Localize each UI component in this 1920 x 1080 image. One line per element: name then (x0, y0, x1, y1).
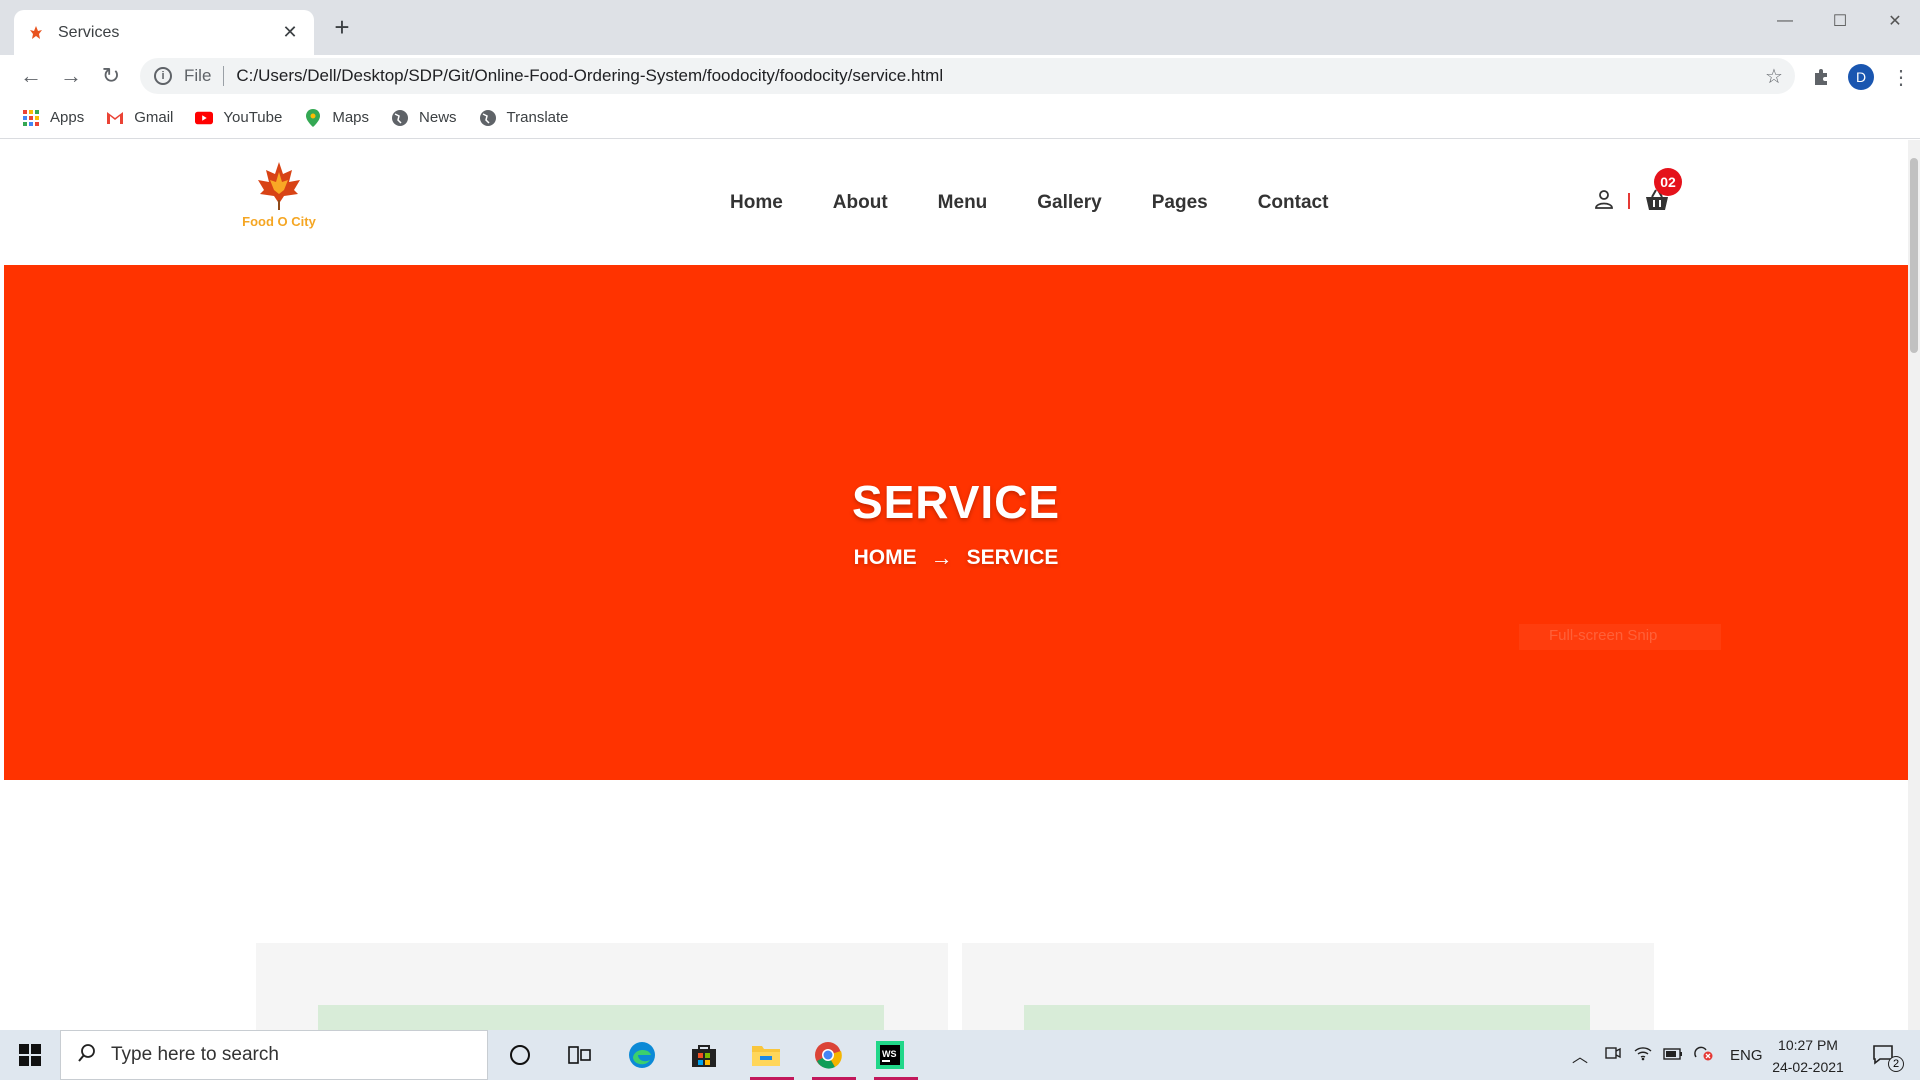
breadcrumb-arrow-icon: → (930, 545, 953, 570)
webstorm-icon[interactable]: WS (868, 1036, 918, 1080)
service-card-image (318, 1005, 884, 1030)
page-title: SERVICE (851, 476, 1061, 528)
site-info-icon[interactable]: i (154, 67, 172, 85)
network-error-icon[interactable] (1688, 1045, 1718, 1065)
main-navigation: Home About Menu Gallery Pages Contact (730, 192, 1378, 214)
clock-date: 24-02-2021 (1772, 1059, 1844, 1075)
bookmark-label: Maps (332, 109, 370, 126)
reload-icon[interactable]: ↻ (96, 61, 126, 91)
bookmark-label: Translate (506, 109, 569, 126)
back-arrow-icon[interactable]: ← (16, 61, 46, 91)
youtube-icon (195, 109, 214, 127)
service-card (962, 943, 1654, 1030)
breadcrumb-current: SERVICE (966, 546, 1059, 569)
close-tab-icon[interactable]: ✕ (280, 22, 300, 43)
breadcrumb: HOME → SERVICE (4, 545, 1908, 571)
address-scheme-label: File (184, 66, 212, 85)
bookmark-label: YouTube (223, 109, 283, 126)
bookmark-gmail[interactable]: Gmail (106, 109, 173, 127)
nav-link-gallery[interactable]: Gallery (1037, 192, 1101, 214)
clock-time: 10:27 PM (1778, 1037, 1838, 1053)
search-icon (77, 1043, 97, 1068)
bookmark-news[interactable]: News (391, 109, 457, 127)
site-favicon-icon (28, 25, 44, 41)
meet-now-icon[interactable] (1598, 1045, 1628, 1065)
browser-tab-strip: Services ✕ + — ☐ ✕ (0, 0, 1920, 55)
browser-tab[interactable]: Services ✕ (14, 10, 314, 55)
wifi-icon[interactable] (1628, 1045, 1658, 1065)
header-divider (1628, 193, 1630, 209)
browser-toolbar: ← → ↻ i File C:/Users/Dell/Desktop/SDP/G… (0, 55, 1920, 97)
chrome-browser-icon[interactable] (806, 1036, 856, 1080)
globe-icon (479, 109, 497, 127)
minimize-window-button[interactable]: — (1765, 6, 1805, 36)
browser-menu-icon[interactable]: ⋮ (1888, 64, 1914, 90)
apps-grid-icon (22, 109, 40, 127)
header-actions: 02 (1594, 168, 1682, 214)
bookmark-label: Gmail (134, 109, 174, 126)
battery-icon[interactable] (1658, 1047, 1688, 1064)
globe-icon (391, 109, 409, 127)
site-logo[interactable]: Food O City (224, 158, 334, 238)
notification-count-badge: 2 (1888, 1056, 1904, 1072)
forward-arrow-icon[interactable]: → (56, 61, 86, 91)
bookmark-label: Apps (50, 109, 85, 126)
maps-pin-icon (304, 108, 322, 127)
scrollbar-thumb[interactable] (1910, 158, 1918, 353)
logo-text: Food O City (242, 214, 316, 229)
bookmark-label: News (419, 109, 457, 126)
svg-text:WS: WS (882, 1049, 897, 1059)
cortana-icon[interactable] (498, 1036, 542, 1074)
search-placeholder: Type here to search (111, 1044, 279, 1065)
page-scrollbar[interactable] (1908, 140, 1920, 1030)
gmail-icon (106, 109, 124, 127)
microsoft-store-icon[interactable] (682, 1036, 726, 1074)
system-clock[interactable]: 10:27 PM 24-02-2021 (1760, 1034, 1856, 1078)
bookmarks-bar: Apps Gmail YouTube Maps News Translate (0, 97, 1920, 139)
system-tray: ︿ ENG (1572, 1030, 1763, 1080)
bookmark-star-icon[interactable]: ☆ (1765, 64, 1795, 89)
new-tab-button[interactable]: + (330, 14, 354, 40)
tab-title: Services (58, 23, 120, 41)
cart-count-badge: 02 (1654, 168, 1682, 196)
snip-tooltip: Full-screen Snip (1519, 624, 1721, 650)
action-center-notification-icon[interactable]: 2 (1862, 1036, 1906, 1074)
windows-taskbar: Type here to search WS ︿ ENG 10:27 PM 24… (0, 1030, 1920, 1080)
page-banner: SERVICE HOME → SERVICE Full-screen Snip (4, 265, 1908, 780)
maximize-window-button[interactable]: ☐ (1820, 6, 1860, 36)
nav-link-about[interactable]: About (833, 192, 888, 214)
site-header: Food O City Home About Menu Gallery Page… (4, 140, 1908, 265)
maple-leaf-logo-icon (252, 158, 306, 212)
address-divider (223, 66, 225, 86)
nav-link-menu[interactable]: Menu (938, 192, 988, 214)
close-window-button[interactable]: ✕ (1875, 6, 1915, 36)
edge-browser-icon[interactable] (620, 1036, 664, 1074)
bookmark-apps[interactable]: Apps (22, 109, 84, 127)
page-viewport: Food O City Home About Menu Gallery Page… (4, 140, 1908, 1030)
extensions-puzzle-icon[interactable] (1808, 64, 1834, 90)
show-hidden-icons-chevron-icon[interactable]: ︿ (1572, 1043, 1598, 1067)
bookmark-translate[interactable]: Translate (479, 109, 569, 127)
user-account-icon[interactable] (1594, 189, 1614, 214)
file-explorer-icon[interactable] (744, 1036, 794, 1080)
address-url[interactable]: C:/Users/Dell/Desktop/SDP/Git/Online-Foo… (236, 66, 1765, 86)
taskbar-search-box[interactable]: Type here to search (60, 1030, 488, 1080)
task-view-icon[interactable] (558, 1036, 602, 1074)
language-indicator[interactable]: ENG (1730, 1047, 1763, 1064)
windows-start-icon[interactable] (8, 1036, 52, 1074)
bookmark-maps[interactable]: Maps (304, 108, 370, 127)
address-bar[interactable]: i File C:/Users/Dell/Desktop/SDP/Git/Onl… (140, 58, 1795, 94)
nav-link-pages[interactable]: Pages (1152, 192, 1208, 214)
nav-link-home[interactable]: Home (730, 192, 783, 214)
service-card (256, 943, 948, 1030)
breadcrumb-home[interactable]: HOME (854, 546, 917, 570)
shopping-basket-icon[interactable]: 02 (1644, 168, 1682, 214)
service-card-image (1024, 1005, 1590, 1030)
nav-link-contact[interactable]: Contact (1258, 192, 1329, 214)
bookmark-youtube[interactable]: YouTube (195, 109, 282, 127)
profile-avatar[interactable]: D (1848, 64, 1874, 90)
